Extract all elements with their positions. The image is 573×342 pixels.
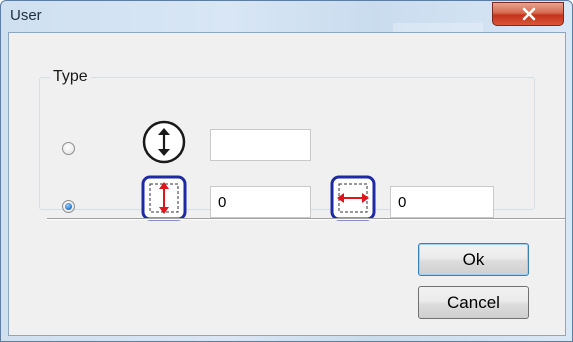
horizontal-resize-icon — [330, 175, 376, 221]
value-field-1[interactable] — [210, 129, 311, 161]
close-icon — [522, 7, 536, 21]
title-bar[interactable]: User — [1, 1, 572, 37]
type-groupbox: Type — [39, 68, 535, 221]
type-group-label: Type — [50, 68, 91, 86]
value-field-3[interactable] — [390, 186, 494, 218]
circle-vertical-arrows-icon — [142, 120, 186, 164]
vertical-resize-icon — [141, 175, 187, 221]
cancel-button[interactable]: Cancel — [418, 286, 529, 319]
radio-option-1[interactable] — [62, 142, 75, 155]
close-button[interactable] — [492, 2, 564, 26]
radio-option-2[interactable] — [62, 200, 75, 213]
ok-button[interactable]: Ok — [418, 243, 529, 276]
dialog-client-area: Type 0 0 Ok Cancel — [8, 32, 566, 336]
window-title: User — [10, 7, 42, 24]
dialog-window: User Type 0 0 Ok Cancel — [0, 0, 573, 342]
value-field-2[interactable] — [210, 186, 311, 218]
separator-line — [47, 218, 565, 220]
